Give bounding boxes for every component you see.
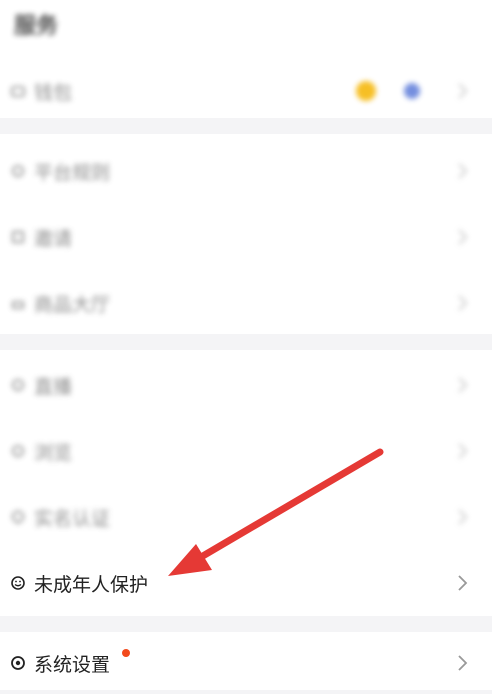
wallet-icon bbox=[10, 83, 26, 99]
chevron-right-icon bbox=[458, 575, 468, 591]
minor-protection-row[interactable]: 未成年人保护 bbox=[0, 550, 492, 616]
group-2-section: 直播 浏览 实名认证 未成年人保护 bbox=[0, 350, 492, 616]
list-item[interactable]: 直播 bbox=[0, 352, 492, 418]
list-item-label: 商品大厅 bbox=[34, 293, 111, 316]
list-item[interactable]: 邀请 bbox=[0, 204, 492, 270]
wallet-label: 钱包 bbox=[34, 81, 73, 104]
store-icon bbox=[10, 295, 26, 311]
live-icon bbox=[10, 377, 26, 393]
chevron-right-icon bbox=[458, 163, 468, 179]
chevron-right-icon bbox=[458, 655, 468, 671]
page-title: 服务 bbox=[14, 14, 59, 39]
list-item[interactable]: 实名认证 bbox=[0, 484, 492, 550]
chevron-right-icon bbox=[458, 295, 468, 311]
chevron-right-icon bbox=[458, 443, 468, 459]
coin-icon bbox=[356, 81, 376, 101]
wallet-row[interactable]: 钱包 bbox=[0, 58, 492, 124]
settings-section: 系统设置 bbox=[0, 632, 492, 690]
group-1-section: 平台规则 邀请 商品大厅 bbox=[0, 134, 492, 334]
header-section: 服务 钱包 bbox=[0, 0, 492, 118]
list-item-label: 直播 bbox=[34, 375, 73, 398]
avatar-icon bbox=[404, 83, 420, 99]
chevron-right-icon bbox=[458, 509, 468, 525]
list-item[interactable]: 商品大厅 bbox=[0, 270, 492, 336]
notification-badge bbox=[122, 649, 130, 657]
chevron-right-icon bbox=[458, 377, 468, 393]
list-item-label: 浏览 bbox=[34, 441, 73, 464]
list-item[interactable]: 平台规则 bbox=[0, 138, 492, 204]
settings-gear-icon bbox=[10, 655, 26, 671]
list-item-label: 邀请 bbox=[34, 227, 73, 250]
list-item-label: 平台规则 bbox=[34, 161, 111, 184]
verify-icon bbox=[10, 509, 26, 525]
smiley-icon bbox=[10, 575, 26, 591]
minor-protection-label: 未成年人保护 bbox=[34, 573, 149, 596]
chevron-right-icon bbox=[458, 229, 468, 245]
system-settings-label: 系统设置 bbox=[34, 653, 111, 676]
invite-icon bbox=[10, 229, 26, 245]
rules-icon bbox=[10, 163, 26, 179]
history-icon bbox=[10, 443, 26, 459]
system-settings-row[interactable]: 系统设置 bbox=[0, 632, 492, 694]
list-item[interactable]: 浏览 bbox=[0, 418, 492, 484]
list-item-label: 实名认证 bbox=[34, 507, 111, 530]
chevron-right-icon bbox=[458, 83, 468, 99]
